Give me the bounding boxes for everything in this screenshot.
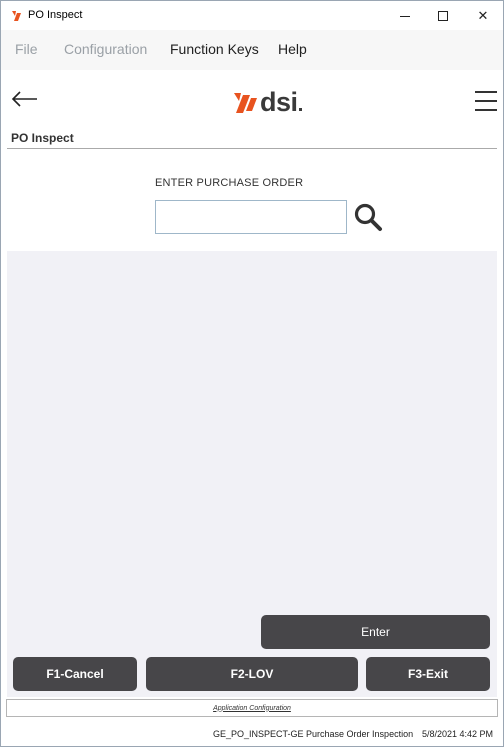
logo-dot bbox=[298, 107, 302, 111]
search-icon[interactable] bbox=[353, 202, 383, 232]
menu-file[interactable]: File bbox=[15, 41, 38, 57]
app-header: dsi bbox=[1, 70, 503, 130]
menu-configuration[interactable]: Configuration bbox=[64, 41, 147, 57]
dsi-logo: dsi bbox=[231, 87, 302, 117]
purchase-order-label: ENTER PURCHASE ORDER bbox=[155, 177, 304, 189]
status-bar: GE_PO_INSPECT-GE Purchase Order Inspecti… bbox=[1, 725, 503, 743]
purchase-order-input[interactable] bbox=[155, 200, 347, 234]
dsi-logo-mark bbox=[234, 93, 257, 113]
application-configuration-link[interactable]: Application Configuration bbox=[6, 699, 498, 717]
maximize-button[interactable] bbox=[421, 1, 465, 30]
menu-bar: File Configuration Function Keys Help bbox=[1, 30, 503, 70]
f3-exit-button[interactable]: F3-Exit bbox=[366, 657, 490, 691]
minimize-icon bbox=[400, 15, 410, 17]
window-title: PO Inspect bbox=[28, 9, 83, 21]
close-icon: ✕ bbox=[477, 7, 489, 23]
status-timestamp: 5/8/2021 4:42 PM bbox=[422, 729, 494, 739]
left-arrow-icon[interactable] bbox=[11, 88, 39, 110]
menu-function-keys[interactable]: Function Keys bbox=[170, 41, 259, 57]
dsi-app-icon bbox=[12, 11, 21, 21]
hamburger-icon[interactable] bbox=[475, 91, 497, 111]
title-bar: PO Inspect ✕ bbox=[1, 1, 503, 30]
status-text: GE_PO_INSPECT-GE Purchase Order Inspecti… bbox=[213, 729, 414, 739]
f2-lov-button[interactable]: F2-LOV bbox=[146, 657, 358, 691]
maximize-icon bbox=[438, 10, 448, 21]
enter-button[interactable]: Enter bbox=[261, 615, 490, 649]
close-button[interactable]: ✕ bbox=[461, 1, 504, 30]
page-title: PO Inspect bbox=[11, 131, 74, 145]
f1-cancel-button[interactable]: F1-Cancel bbox=[13, 657, 137, 691]
app-window: PO Inspect ✕ File Configuration Function… bbox=[0, 0, 504, 747]
search-area: ENTER PURCHASE ORDER bbox=[1, 149, 503, 251]
menu-help[interactable]: Help bbox=[278, 41, 307, 57]
logo-text: dsi bbox=[260, 86, 298, 117]
